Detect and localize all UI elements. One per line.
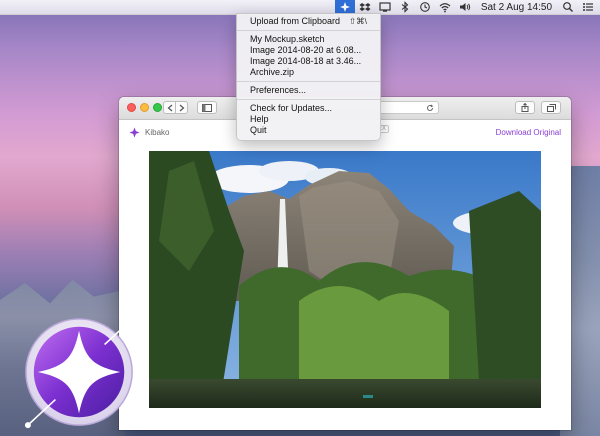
bluetooth-menubar-item[interactable] [395,0,415,14]
landscape-photo [149,151,541,408]
recent-file-item[interactable]: Image 2014-08-18 at 3.46... [237,56,380,67]
recent-file-item[interactable]: Archive.zip [237,67,380,78]
time-machine-menubar-item[interactable] [415,0,435,14]
kibako-dropdown-menu: Upload from Clipboard ⇧⌘\ My Mockup.sket… [236,13,381,141]
display-menubar-item[interactable] [375,0,395,14]
menu-separator [237,30,380,31]
wifi-icon [439,3,451,13]
chevron-left-icon [167,104,172,111]
kibako-menubar-icon[interactable] [334,0,355,14]
menu-separator [237,81,380,82]
tabs-overview-button[interactable] [541,101,561,114]
recent-file-item[interactable]: Image 2014-08-20 at 6.08... [237,45,380,56]
upload-from-clipboard-label: Upload from Clipboard [250,16,341,26]
menu-separator [237,99,380,100]
recent-file-label: Image 2014-08-20 at 6.08... [250,45,362,55]
recent-file-label: Archive.zip [250,67,295,77]
preferences-label: Preferences... [250,85,307,95]
forward-button[interactable] [175,101,188,114]
address-bar[interactable] [381,101,439,114]
zoom-window-button[interactable] [153,103,162,112]
recent-file-item[interactable]: My Mockup.sketch [237,34,380,45]
kibako-logo-icon [129,127,140,138]
upload-from-clipboard-item[interactable]: Upload from Clipboard ⇧⌘\ [237,16,380,27]
recent-file-label: My Mockup.sketch [250,34,325,44]
quit-label: Quit [250,125,267,135]
sidebar-icon [202,103,212,112]
dropbox-icon [359,3,371,11]
wifi-menubar-item[interactable] [435,0,455,14]
volume-icon [459,3,470,11]
tabs-icon [546,103,556,112]
sidebar-toggle-button[interactable] [197,101,217,114]
reload-icon [427,104,434,111]
notification-center-menubar-item[interactable] [578,0,600,14]
display-icon [379,2,391,12]
minimize-window-button[interactable] [140,103,149,112]
spotlight-menubar-item[interactable] [558,0,578,14]
quit-item[interactable]: Quit [237,125,380,136]
time-machine-icon [419,2,430,12]
list-icon [583,3,593,11]
upload-shortcut: ⇧⌘\ [349,16,367,26]
close-window-button[interactable] [127,103,136,112]
check-for-updates-item[interactable]: Check for Updates... [237,103,380,114]
volume-menubar-item[interactable] [455,0,475,14]
kibako-icon [339,2,350,12]
check-for-updates-label: Check for Updates... [250,103,333,113]
bluetooth-icon [401,1,409,13]
share-icon [521,103,529,112]
preview-image [149,151,541,408]
kibako-app-icon [24,317,134,429]
share-button[interactable] [515,101,535,114]
download-original-link[interactable]: Download Original [496,128,561,137]
help-item[interactable]: Help [237,114,380,125]
preferences-item[interactable]: Preferences... [237,85,380,96]
browser-window: Kibako EX Download Original [119,97,571,430]
menubar-clock[interactable]: Sat 2 Aug 14:50 [475,0,558,14]
chevron-right-icon [179,104,184,111]
help-label: Help [250,114,269,124]
dropbox-menubar-item[interactable] [355,0,375,14]
recent-file-label: Image 2014-08-18 at 3.46... [250,56,362,66]
page-content: Kibako EX Download Original [119,120,571,430]
brand-name: Kibako [145,128,170,137]
search-icon [563,2,573,12]
